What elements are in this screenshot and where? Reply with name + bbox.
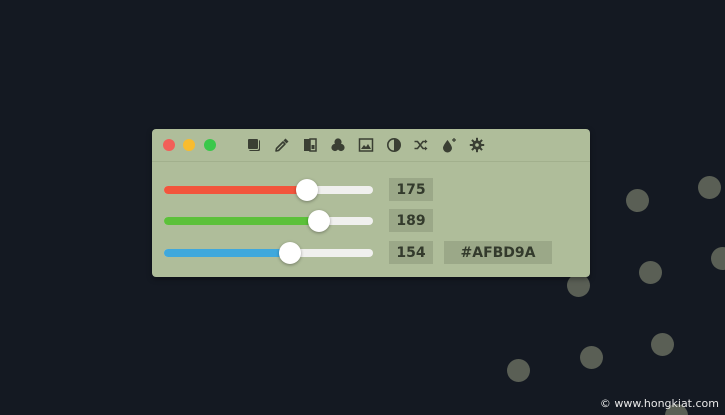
decorative-dot [639, 261, 662, 284]
minimize-window-button[interactable] [183, 139, 195, 151]
red-slider-track[interactable] [164, 179, 373, 201]
square-shadow-icon[interactable] [245, 136, 263, 154]
blue-slider-fill [164, 249, 291, 257]
drop-add-icon[interactable] [440, 136, 458, 154]
green-channel-row: 189 [152, 209, 590, 233]
color-picker-window: 175 189 154 #AFBD9A [152, 129, 590, 277]
hex-value-field[interactable]: #AFBD9A [444, 241, 552, 264]
watermark-text: © www.hongkiat.com [599, 397, 719, 410]
decorative-dot [626, 189, 649, 212]
decorative-dot [507, 359, 530, 382]
decorative-dot [711, 247, 725, 270]
decorative-dot [698, 176, 721, 199]
decorative-dot [580, 346, 603, 369]
desktop-background: 175 189 154 #AFBD9A © www.hongkiat.com [0, 0, 725, 415]
contrast-icon[interactable] [385, 136, 403, 154]
title-bar [152, 129, 590, 162]
blue-slider-thumb[interactable] [279, 242, 302, 264]
palette-icon[interactable] [301, 136, 319, 154]
color-mix-icon[interactable] [329, 136, 347, 154]
gear-icon[interactable] [468, 136, 486, 154]
green-slider-fill [164, 217, 319, 225]
blue-value-field[interactable]: 154 [389, 241, 433, 264]
eyedropper-icon[interactable] [273, 136, 291, 154]
blue-slider-track[interactable] [164, 242, 373, 264]
red-slider-thumb[interactable] [296, 179, 319, 201]
red-value-field[interactable]: 175 [389, 178, 433, 201]
decorative-dot [567, 274, 590, 297]
image-icon[interactable] [357, 136, 375, 154]
blue-channel-row: 154 #AFBD9A [152, 241, 590, 265]
red-slider-fill [164, 186, 308, 194]
close-window-button[interactable] [163, 139, 175, 151]
green-value-field[interactable]: 189 [389, 209, 433, 232]
shuffle-icon[interactable] [412, 136, 430, 154]
red-channel-row: 175 [152, 178, 590, 202]
maximize-window-button[interactable] [204, 139, 216, 151]
green-slider-thumb[interactable] [307, 210, 330, 232]
green-slider-track[interactable] [164, 210, 373, 232]
decorative-dot [651, 333, 674, 356]
